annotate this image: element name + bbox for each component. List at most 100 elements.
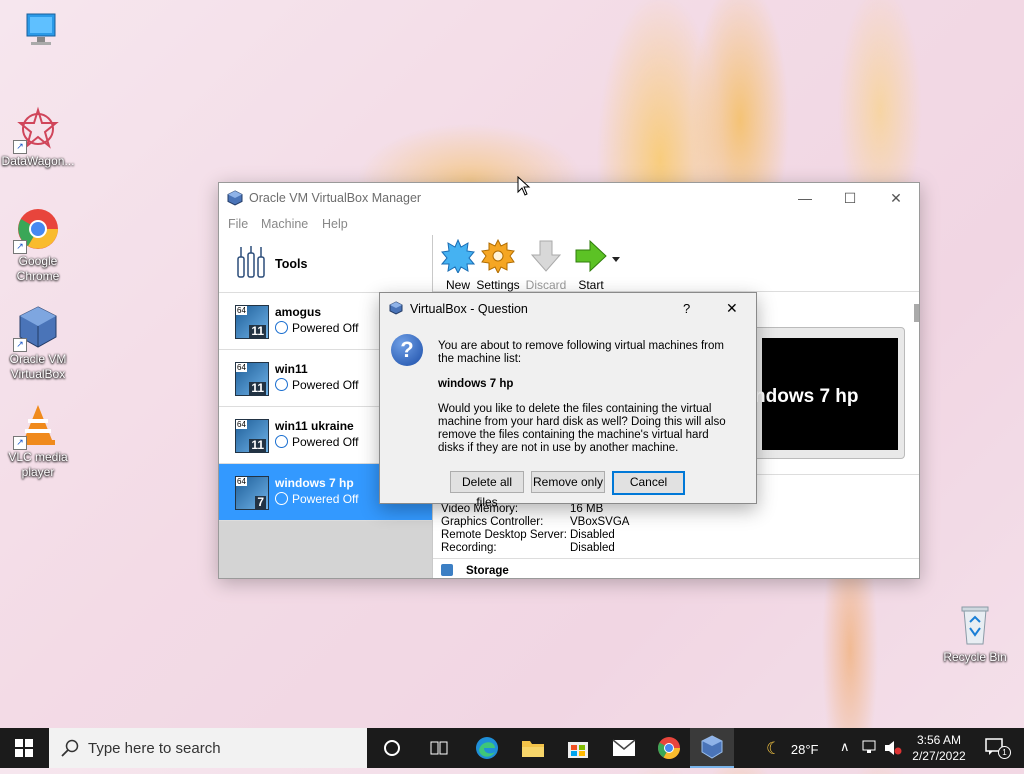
notification-count-badge: 1 [998, 746, 1011, 759]
remove-only-button[interactable]: Remove only [531, 471, 605, 493]
start-menu-button[interactable] [2, 728, 46, 768]
section-divider [433, 558, 919, 559]
vm-name: amogus [275, 305, 322, 319]
vm-name: win11 ukraine [275, 419, 354, 433]
weather-widget[interactable]: ☾ 28°F [766, 739, 818, 759]
desktop-icon-vlc[interactable]: ↗ VLC media player [0, 402, 76, 480]
edge-taskbar-button[interactable] [465, 728, 509, 768]
virtualbox-taskbar-button[interactable] [690, 728, 734, 768]
scrollbar[interactable] [914, 304, 919, 322]
windows-os-icon: 64 11 [235, 362, 269, 396]
detail-label: Graphics Controller: [441, 516, 544, 528]
taskbar-search-box[interactable]: Type here to search [49, 728, 367, 768]
chrome-icon [658, 737, 680, 759]
settings-button[interactable]: Settings [475, 238, 521, 292]
recycle-bin-icon [952, 602, 998, 648]
shortcut-arrow-icon: ↗ [13, 436, 27, 450]
windows-logo-icon [15, 739, 33, 757]
store-icon [568, 742, 588, 758]
windows-os-icon: 64 7 [235, 476, 269, 510]
store-taskbar-button[interactable] [556, 728, 600, 768]
tools-label: Tools [275, 257, 308, 271]
menu-machine[interactable]: Machine [261, 217, 308, 231]
title-bar[interactable]: Oracle VM VirtualBox Manager — ☐ ✕ [219, 183, 919, 213]
close-button[interactable]: ✕ [873, 183, 919, 213]
start-label: Start [578, 278, 604, 292]
search-placeholder: Type here to search [88, 740, 221, 757]
power-off-icon [275, 378, 288, 391]
desktop-icon-this-pc[interactable] [2, 8, 78, 56]
os-bits-badge: 64 [236, 306, 247, 315]
machine-toolbar: New Settings Discard Start [433, 235, 919, 292]
storage-icon [441, 564, 453, 576]
vm-name: windows 7 hp [275, 476, 354, 490]
detail-value: Disabled [570, 542, 615, 554]
task-view-button[interactable] [370, 728, 414, 768]
minimize-button[interactable]: — [782, 183, 828, 213]
network-icon-glyph [862, 740, 876, 753]
show-hidden-icons-button[interactable]: ∧ [840, 739, 850, 755]
power-off-icon [275, 492, 288, 505]
desktop-icon-label: Google Chrome [16, 254, 60, 283]
dialog-close-button[interactable]: ✕ [726, 300, 738, 317]
storage-header[interactable]: Storage [466, 565, 509, 577]
desktop-icon-datawagon[interactable]: ↗ DataWagon... [0, 106, 76, 169]
tools-icon [235, 245, 267, 282]
notification-center-button[interactable]: 1 [985, 738, 1011, 759]
cancel-button[interactable]: Cancel [612, 471, 685, 495]
question-icon: ? [391, 334, 423, 366]
cortana-icon [384, 740, 400, 756]
network-icon[interactable] [862, 740, 878, 757]
clock-time: 3:56 AM [916, 733, 962, 747]
vlc-icon: ↗ [13, 402, 61, 450]
task-view-icon [430, 741, 448, 755]
new-icon [440, 238, 476, 275]
dialog-title: VirtualBox - Question [410, 302, 528, 316]
clock[interactable]: 3:56 AM 2/27/2022 [905, 732, 973, 764]
discard-label: Discard [525, 278, 567, 292]
mail-taskbar-button[interactable] [602, 728, 646, 768]
desktop-icon-virtualbox[interactable]: ↗ Oracle VM VirtualBox [0, 304, 76, 382]
this-pc-icon [17, 8, 63, 54]
preview-screen: ndows 7 hp [754, 338, 898, 450]
discard-button[interactable]: Discard [523, 239, 569, 292]
dialog-question: Would you like to delete the files conta… [438, 403, 726, 454]
desktop-icon-recycle-bin[interactable]: Recycle Bin [937, 602, 1013, 665]
detail-value: 16 MB [570, 503, 604, 515]
remove-vm-dialog[interactable]: VirtualBox - Question ? ✕ ? You are abou… [379, 292, 757, 509]
maximize-button[interactable]: ☐ [827, 183, 873, 213]
preview-text: ndows 7 hp [754, 386, 859, 407]
settings-label: Settings [476, 278, 520, 292]
vm-state-label: Powered Off [292, 435, 359, 449]
menu-bar: File Machine Help [219, 213, 919, 235]
os-version-badge: 11 [249, 381, 266, 395]
tools-item[interactable]: Tools [219, 235, 432, 293]
mouse-cursor-icon [517, 175, 531, 199]
taskbar: Type here to search ☾ 28°F ∧ 3:56 AM 2/2… [0, 728, 1024, 768]
desktop-icon-chrome[interactable]: ↗ Google Chrome [0, 206, 76, 284]
delete-all-files-button[interactable]: Delete all files [450, 471, 524, 509]
file-explorer-taskbar-button[interactable] [511, 728, 555, 768]
chrome-taskbar-button[interactable] [647, 728, 691, 768]
help-button[interactable]: ? [683, 301, 690, 316]
window-title: Oracle VM VirtualBox Manager [249, 191, 422, 205]
datawagon-icon: ↗ [13, 106, 61, 154]
vm-state: Powered Off [275, 435, 358, 449]
detail-label: Recording: [441, 542, 497, 554]
vm-preview: ndows 7 hp [753, 327, 905, 459]
os-bits-badge: 64 [236, 363, 247, 372]
volume-icon[interactable] [884, 740, 902, 759]
vm-state-label: Powered Off [292, 321, 359, 335]
menu-file[interactable]: File [228, 217, 248, 231]
start-button[interactable]: Start [568, 239, 614, 292]
shortcut-arrow-icon: ↗ [13, 240, 27, 254]
dialog-message: You are about to remove following virtua… [438, 340, 724, 365]
os-version-badge: 11 [249, 324, 266, 338]
virtualbox-icon: ↗ [13, 304, 61, 352]
start-dropdown-arrow-icon[interactable] [612, 257, 620, 262]
task-view-icon-button[interactable] [417, 728, 461, 768]
vm-name: win11 [275, 362, 308, 376]
vm-state: Powered Off [275, 492, 358, 506]
discard-arrow-icon [530, 240, 562, 272]
menu-help[interactable]: Help [322, 217, 348, 231]
